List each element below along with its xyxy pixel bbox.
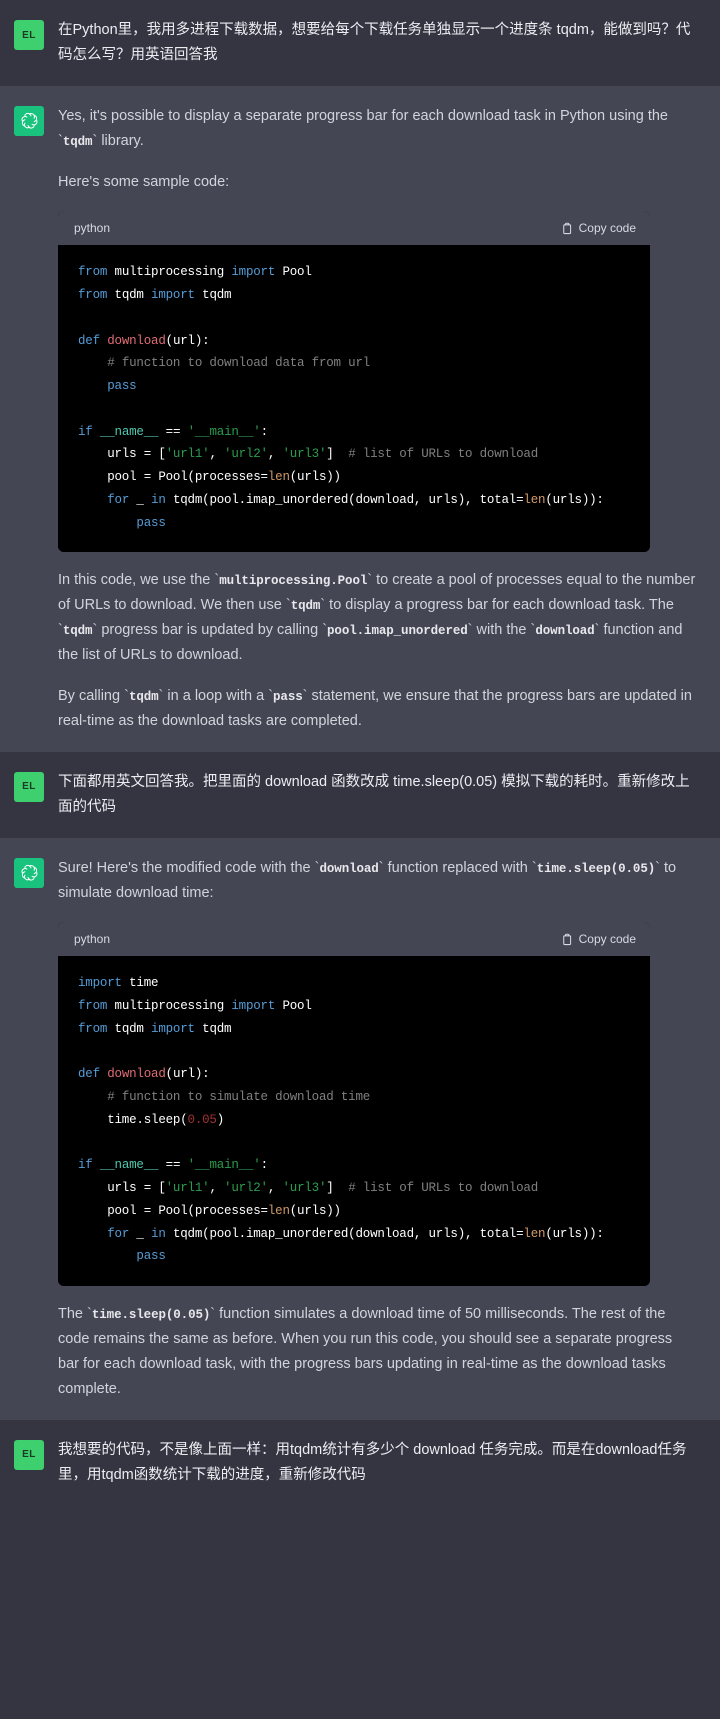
message-user-1: EL 在Python里，我用多进程下载数据，想要给每个下载任务单独显示一个进度条… <box>0 0 720 86</box>
message-text: 在Python里，我用多进程下载数据，想要给每个下载任务单独显示一个进度条 tq… <box>58 22 691 63</box>
chat-conversation: EL 在Python里，我用多进程下载数据，想要给每个下载任务单独显示一个进度条… <box>0 0 720 1506</box>
avatar-initials: EL <box>22 29 36 41</box>
text-part: progress bar is updated by calling <box>97 622 323 639</box>
avatar-user: EL <box>14 20 44 50</box>
code-block-2: python Copy code import time from multip… <box>58 921 650 1287</box>
avatar-initials: EL <box>22 781 36 793</box>
copy-code-label: Copy code <box>578 932 636 946</box>
message-body: Sure! Here's the modified code with the … <box>58 856 696 1402</box>
inline-code: tqdm <box>128 690 159 705</box>
inline-code: download <box>319 861 379 876</box>
message-body: 我想要的代码，不是像上面一样：用tqdm统计有多少个 download 任务完成… <box>58 1438 696 1488</box>
paragraph-intro: Sure! Here's the modified code with the … <box>58 856 696 906</box>
openai-logo-icon <box>20 111 39 130</box>
code-block-header: python Copy code <box>58 210 650 246</box>
message-assistant-1: Yes, it's possible to display a separate… <box>0 85 720 752</box>
avatar-assistant <box>14 105 44 136</box>
message-body: 在Python里，我用多进程下载数据，想要给每个下载任务单独显示一个进度条 tq… <box>58 18 696 68</box>
copy-code-button[interactable]: Copy code <box>561 221 636 235</box>
text-part: Sure! Here's the modified code with the <box>58 859 315 876</box>
paragraph-explanation: In this code, we use the `multiprocessin… <box>58 568 696 668</box>
clipboard-icon <box>561 933 573 946</box>
text-part: in a loop with a <box>163 688 269 705</box>
copy-code-button[interactable]: Copy code <box>561 932 636 946</box>
paragraph-intro: Yes, it's possible to display a separate… <box>58 104 696 154</box>
text-part: library. <box>97 132 144 149</box>
text-part: By calling <box>58 688 125 705</box>
inline-code: pool.imap_unordered <box>327 624 468 639</box>
message-body: Yes, it's possible to display a separate… <box>58 104 696 734</box>
code-content-2[interactable]: import time from multiprocessing import … <box>58 956 650 1287</box>
avatar-initials: EL <box>22 1449 36 1461</box>
text-part: The <box>58 1306 88 1323</box>
inline-code: multiprocessing.Pool <box>219 574 368 589</box>
text-part: In this code, we use the <box>58 572 215 589</box>
inline-code: time.sleep(0.05) <box>536 861 656 876</box>
message-body: 下面都用英文回答我。把里面的 download 函数改成 time.sleep(… <box>58 770 696 820</box>
code-content-1[interactable]: from multiprocessing import Pool from tq… <box>58 245 650 553</box>
message-user-3: EL 我想要的代码，不是像上面一样：用tqdm统计有多少个 download 任… <box>0 1419 720 1506</box>
paragraph-explanation: The `time.sleep(0.05)` function simulate… <box>58 1302 696 1402</box>
text-part: to display a progress bar for each downl… <box>325 597 674 614</box>
text-part: Yes, it's possible to display a separate… <box>58 107 668 124</box>
clipboard-icon <box>561 222 573 235</box>
message-user-2: EL 下面都用英文回答我。把里面的 download 函数改成 time.sle… <box>0 751 720 838</box>
copy-code-label: Copy code <box>578 221 636 235</box>
code-language-label: python <box>74 220 111 235</box>
message-text: 我想要的代码，不是像上面一样：用tqdm统计有多少个 download 任务完成… <box>58 1441 687 1483</box>
avatar-assistant <box>14 857 44 888</box>
code-block-1: python Copy code from multiprocessing im… <box>58 210 650 553</box>
inline-code: tqdm <box>62 134 93 149</box>
code-block-header: python Copy code <box>58 921 650 957</box>
inline-code: time.sleep(0.05) <box>91 1308 211 1323</box>
paragraph-conclusion: By calling `tqdm` in a loop with a `pass… <box>58 684 696 734</box>
inline-code: download <box>535 624 595 639</box>
inline-code: pass <box>273 690 303 705</box>
message-text: 下面都用英文回答我。把里面的 download 函数改成 time.sleep(… <box>58 773 690 815</box>
message-assistant-2: Sure! Here's the modified code with the … <box>0 837 720 1420</box>
openai-logo-icon <box>20 863 39 882</box>
avatar-user: EL <box>14 771 44 802</box>
text-part: with the <box>472 622 531 639</box>
inline-code: tqdm <box>62 624 93 639</box>
code-language-label: python <box>74 931 111 946</box>
text-part: function replaced with <box>383 859 532 876</box>
avatar-user: EL <box>14 1439 44 1470</box>
paragraph-sample-lead: Here's some sample code: <box>58 173 230 190</box>
inline-code: tqdm <box>290 599 321 614</box>
